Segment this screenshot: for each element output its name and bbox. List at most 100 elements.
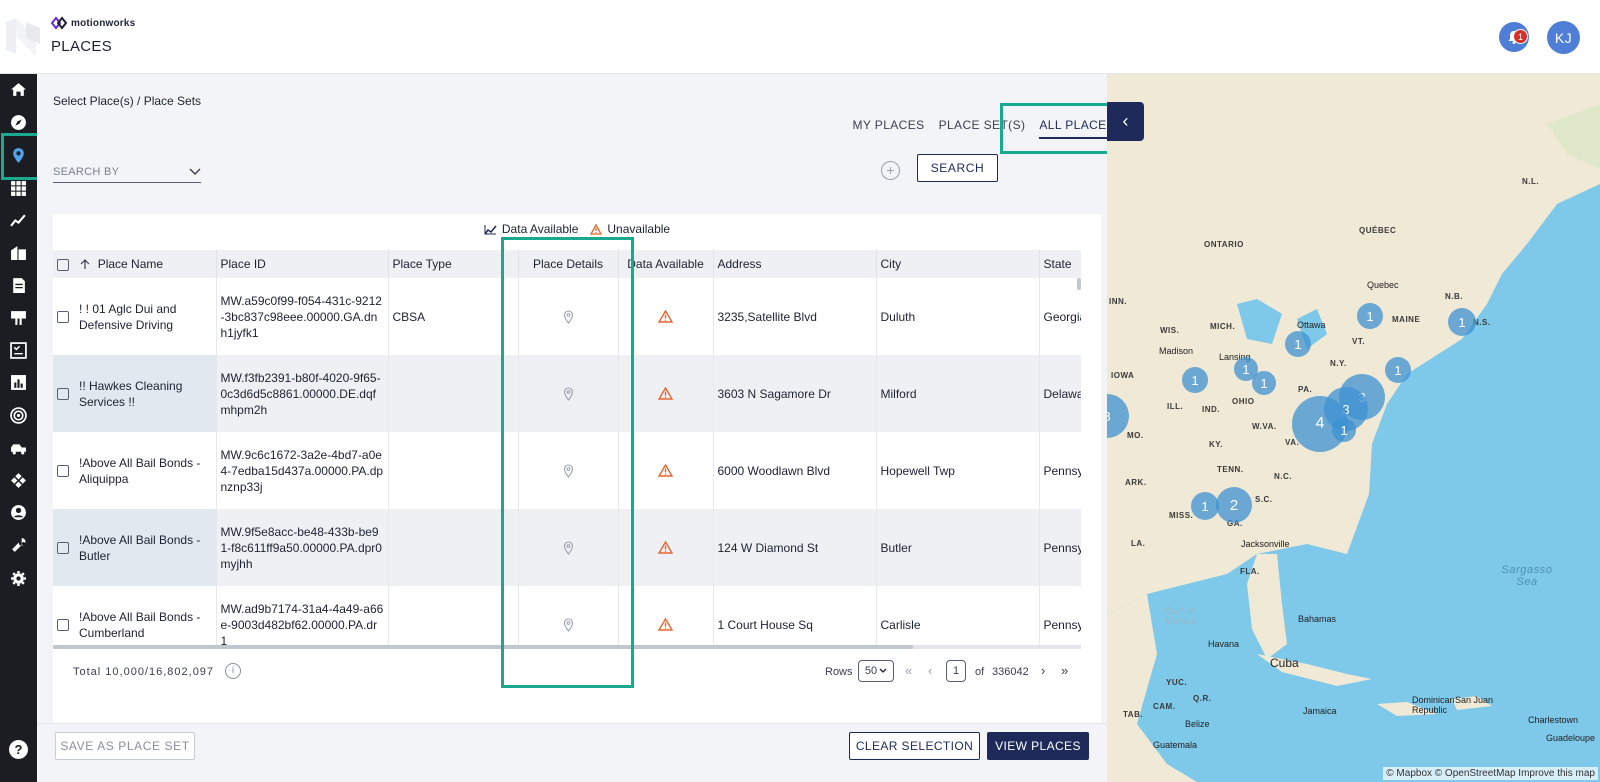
place-id-cell: MW.a59c0f99-f054-431c-9212-3bc837c98eee.… xyxy=(216,278,389,355)
nav-vehicles[interactable] xyxy=(0,432,37,462)
tab-all-places[interactable]: ALL PLACES xyxy=(1039,118,1115,139)
row-checkbox[interactable] xyxy=(57,310,69,323)
column-header-city[interactable]: City xyxy=(876,250,1040,278)
table-row[interactable]: ! ! 01 Aglc Dui and Defensive Driving MW.… xyxy=(53,278,1081,355)
info-icon[interactable]: i xyxy=(225,663,241,679)
help-button[interactable]: ? xyxy=(9,740,28,759)
map-cluster[interactable]: 1 xyxy=(1448,308,1476,336)
column-header-data-available[interactable]: Data Available xyxy=(618,250,714,278)
column-header-place-details[interactable]: Place Details xyxy=(518,250,619,278)
place-name-cell[interactable]: ! ! 01 Aglc Dui and Defensive Driving xyxy=(53,278,217,355)
place-details-cell[interactable] xyxy=(518,355,619,432)
place-name-cell[interactable]: !Above All Bail Bonds - Aliquippa xyxy=(53,432,217,509)
nav-tools[interactable] xyxy=(0,530,37,560)
map-view[interactable]: ONTARIO QUÉBEC N.L. N.B. MAINE N.S. VT. … xyxy=(1107,74,1600,782)
save-as-place-set-button[interactable]: SAVE AS PLACE SET xyxy=(55,732,195,760)
billboard-icon xyxy=(11,310,26,325)
row-checkbox[interactable] xyxy=(57,387,69,400)
place-details-cell[interactable] xyxy=(518,586,619,645)
location-pin-outline-icon[interactable] xyxy=(563,309,574,324)
horizontal-scrollbar[interactable] xyxy=(53,645,1081,649)
state: Pennsylvania xyxy=(1043,463,1082,478)
nav-reports[interactable] xyxy=(0,367,37,397)
row-checkbox[interactable] xyxy=(57,464,69,477)
nav-documents[interactable] xyxy=(0,270,37,300)
state-cell: Georgia xyxy=(1039,278,1081,355)
city: Carlisle xyxy=(880,617,921,632)
home-icon xyxy=(11,82,26,96)
column-header-state[interactable]: State xyxy=(1039,250,1081,278)
nav-profile[interactable] xyxy=(0,497,37,527)
nav-home[interactable] xyxy=(0,74,37,104)
column-header-place-type[interactable]: Place Type xyxy=(388,250,519,278)
map-cluster[interactable]: 1 xyxy=(1191,492,1219,520)
map-cluster[interactable]: 1 xyxy=(1385,357,1411,383)
nav-buildings[interactable] xyxy=(0,237,37,267)
map-attribution[interactable]: © Mapbox © OpenStreetMap Improve this ma… xyxy=(1383,767,1598,780)
nav-targets[interactable] xyxy=(0,400,37,430)
place-details-cell[interactable] xyxy=(518,509,619,586)
last-page-icon[interactable]: » xyxy=(1061,663,1068,678)
target-icon xyxy=(10,406,27,424)
location-pin-outline-icon[interactable] xyxy=(563,463,574,478)
map-cluster[interactable]: 2 xyxy=(1216,487,1252,523)
nav-grid[interactable] xyxy=(0,173,37,203)
nav-settings[interactable] xyxy=(0,563,37,593)
map-cluster[interactable]: 1 xyxy=(1357,303,1383,329)
first-page-icon[interactable]: « xyxy=(905,663,912,678)
table-row[interactable]: !Above All Bail Bonds - Cumberland MW.ad9… xyxy=(53,586,1081,645)
location-pin-outline-icon[interactable] xyxy=(563,540,574,555)
search-by-dropdown[interactable]: SEARCH BY xyxy=(53,161,201,183)
vehicles-icon xyxy=(11,443,26,454)
rows-per-page-select[interactable]: 50 xyxy=(858,660,894,682)
map-cluster[interactable]: 1 xyxy=(1285,331,1311,357)
place-name-cell[interactable]: !Above All Bail Bonds - Cumberland xyxy=(53,586,217,645)
state-cell: Delaware xyxy=(1039,355,1081,432)
user-avatar[interactable]: KJ xyxy=(1547,21,1580,54)
horizontal-scrollbar-thumb[interactable] xyxy=(53,645,913,649)
column-header-place-name[interactable]: Place Name xyxy=(53,250,217,278)
map-cluster[interactable]: 1 xyxy=(1252,371,1276,395)
map-cluster[interactable]: 1 xyxy=(1182,367,1208,393)
nav-trends[interactable] xyxy=(0,205,37,235)
row-checkbox[interactable] xyxy=(57,541,69,554)
tab-my-places[interactable]: MY PLACES xyxy=(852,118,924,139)
location-pin-outline-icon[interactable] xyxy=(563,617,574,632)
select-all-checkbox[interactable] xyxy=(57,258,69,271)
location-pin-outline-icon[interactable] xyxy=(563,386,574,401)
table-row[interactable]: !! Hawkes Cleaning Services !! MW.f3fb239… xyxy=(53,355,1081,432)
address-cell: 3603 N Sagamore Dr xyxy=(713,355,877,432)
table-row[interactable]: !Above All Bail Bonds - Aliquippa MW.9c6c… xyxy=(53,432,1081,509)
column-header-address[interactable]: Address xyxy=(713,250,877,278)
vertical-scrollbar[interactable] xyxy=(1077,278,1081,290)
map-city-charlestown: Charlestown xyxy=(1528,715,1579,725)
nav-explore[interactable] xyxy=(0,107,37,137)
nav-checklist[interactable] xyxy=(0,335,37,365)
place-name-cell[interactable]: !! Hawkes Cleaning Services !! xyxy=(53,355,217,432)
place-type-cell xyxy=(388,509,519,586)
add-filter-button[interactable]: + xyxy=(881,161,900,180)
next-page-icon[interactable]: › xyxy=(1041,663,1045,678)
place-id-cell: MW.9f5e8acc-be48-433b-be91-f8c611ff9a50.… xyxy=(216,509,389,586)
clear-selection-button[interactable]: CLEAR SELECTION xyxy=(849,732,980,760)
sort-arrow-up-icon[interactable] xyxy=(80,259,90,270)
place-name-cell[interactable]: !Above All Bail Bonds - Butler xyxy=(53,509,217,586)
tab-place-sets[interactable]: PLACE SET(S) xyxy=(939,118,1026,139)
previous-page-icon[interactable]: ‹ xyxy=(928,663,932,678)
page-number-input[interactable]: 1 xyxy=(946,660,966,682)
search-by-placeholder: SEARCH BY xyxy=(53,165,120,178)
nav-network[interactable] xyxy=(0,465,37,495)
search-button[interactable]: SEARCH xyxy=(917,154,998,182)
map-cluster[interactable]: 1 xyxy=(1332,418,1356,442)
view-places-button[interactable]: VIEW PLACES xyxy=(987,732,1089,760)
place-details-cell[interactable] xyxy=(518,432,619,509)
place-details-cell[interactable] xyxy=(518,278,619,355)
collapse-map-button[interactable]: ‹ xyxy=(1107,102,1144,141)
row-checkbox[interactable] xyxy=(57,618,69,631)
address-cell: 3235,Satellite Blvd xyxy=(713,278,877,355)
nav-places[interactable] xyxy=(0,140,37,170)
place-id: MW.f3fb2391-b80f-4020-9f65-0c3d6d5c8861.… xyxy=(220,370,381,417)
table-row[interactable]: !Above All Bail Bonds - Butler MW.9f5e8ac… xyxy=(53,509,1081,586)
column-header-place-id[interactable]: Place ID xyxy=(216,250,389,278)
nav-billboards[interactable] xyxy=(0,302,37,332)
